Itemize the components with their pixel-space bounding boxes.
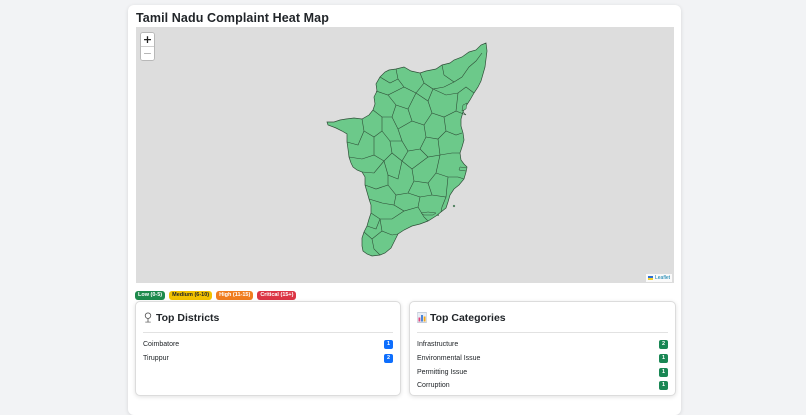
list-item: Infrastructure 2 (417, 338, 668, 352)
zoom-in-button[interactable]: + (141, 33, 154, 46)
zoom-out-button[interactable]: − (141, 46, 154, 60)
map-attribution: Leaflet (645, 274, 672, 282)
top-categories-list: Infrastructure 2 Environmental Issue 1 P… (417, 338, 668, 393)
legend-low: Low (0-5) (135, 291, 166, 300)
legend-medium: Medium (6-10) (169, 291, 213, 300)
list-item: Tiruppur 2 (143, 352, 393, 366)
zoom-control: + − (140, 32, 155, 61)
top-categories-title: Top Categories (430, 312, 506, 324)
top-districts-list: Coimbatore 1 Tiruppur 2 (143, 338, 393, 365)
page-title: Tamil Nadu Complaint Heat Map (136, 11, 329, 25)
category-count-badge: 2 (659, 340, 668, 350)
leaflet-link[interactable]: Leaflet (655, 275, 670, 281)
ukraine-flag-icon (647, 276, 653, 280)
list-item: Permitting Issue 1 (417, 365, 668, 379)
heatmap-card: Tamil Nadu Complaint Heat Map + − Leafle… (128, 5, 681, 415)
legend-critical: Critical (15+) (257, 291, 297, 300)
district-name: Coimbatore (143, 341, 180, 349)
list-item: Environmental Issue 1 (417, 352, 668, 366)
category-count-badge: 1 (659, 367, 668, 377)
district-name: Tiruppur (143, 355, 169, 363)
heat-legend: Low (0-5) Medium (6-10) High (11-15) Cri… (135, 291, 297, 300)
category-count-badge: 1 (659, 381, 668, 391)
category-name: Infrastructure (417, 341, 459, 349)
category-name: Environmental Issue (417, 355, 481, 363)
top-districts-header: Top Districts (143, 312, 393, 333)
district-count-badge: 2 (384, 354, 393, 364)
tamil-nadu-map[interactable] (136, 27, 674, 283)
top-districts-title: Top Districts (156, 312, 220, 324)
map-container[interactable]: + − Leaflet (136, 27, 674, 283)
top-districts-panel: Top Districts Coimbatore 1 Tiruppur 2 (135, 301, 401, 396)
legend-high: High (11-15) (216, 291, 254, 300)
district-count-badge: 1 (384, 340, 393, 350)
top-categories-header: Top Categories (417, 312, 668, 333)
category-name: Permitting Issue (417, 368, 468, 376)
category-count-badge: 1 (659, 354, 668, 364)
list-item: Corruption 1 (417, 379, 668, 393)
top-categories-panel: Top Categories Infrastructure 2 Environm… (409, 301, 676, 396)
map-pin-icon (144, 312, 152, 323)
list-item: Coimbatore 1 (143, 338, 393, 352)
bar-chart-icon (417, 312, 427, 323)
category-name: Corruption (417, 382, 450, 390)
